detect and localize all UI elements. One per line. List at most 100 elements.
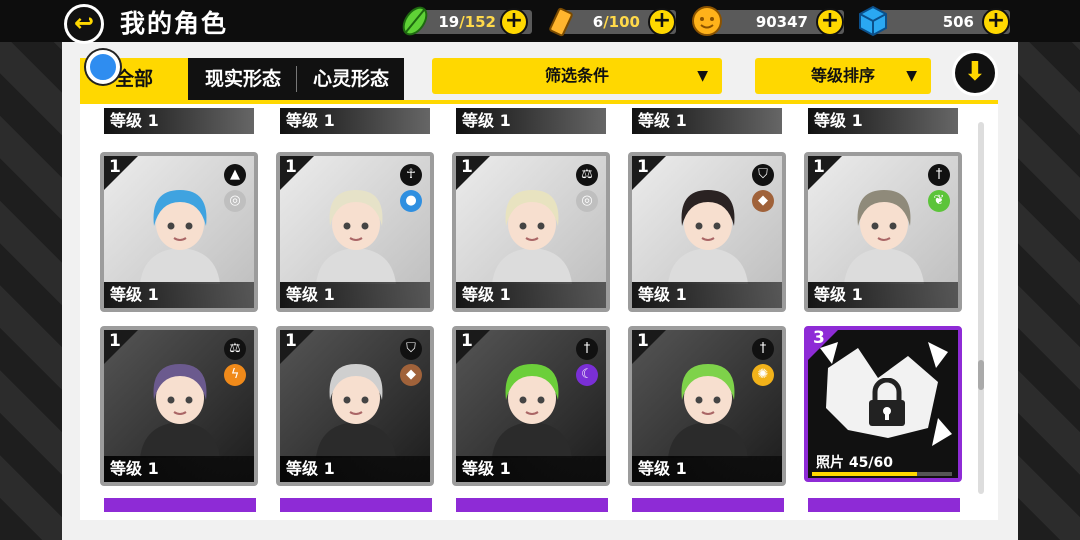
photo-progress-text: 照片 45/60 xyxy=(816,452,893,472)
add-gems-button[interactable]: + xyxy=(982,8,1010,36)
character-portrait xyxy=(492,190,572,284)
shield-icon: ⛉ xyxy=(752,164,774,186)
add-coins-button[interactable]: + xyxy=(816,8,844,36)
card-level: 等级 1 xyxy=(104,456,254,482)
card-rank: 1 xyxy=(461,157,473,177)
card-artwork: 1 † ✺ 等级 1 xyxy=(632,330,782,482)
photo-count: 45 xyxy=(848,455,869,471)
character-portrait xyxy=(140,190,220,284)
card-level: 等级 1 xyxy=(104,282,254,308)
notification-dot-icon xyxy=(86,50,120,84)
partial-card-bottom xyxy=(808,498,960,512)
character-portrait xyxy=(140,364,220,458)
card-level: 等级 1 xyxy=(456,456,606,482)
battery-current: 6 xyxy=(592,13,604,31)
card-level: 等级 1 xyxy=(456,282,606,308)
character-portrait xyxy=(492,364,572,458)
card-level: 等级 1 xyxy=(280,456,430,482)
character-portrait xyxy=(844,190,924,284)
tab-divider xyxy=(296,66,297,92)
card-rank: 1 xyxy=(285,157,297,177)
character-card[interactable]: 1 † ☾ 等级 1 xyxy=(452,326,610,486)
filter-dropdown[interactable]: 筛选条件 ▼ xyxy=(432,58,722,94)
tab-real-form[interactable]: 现实形态 xyxy=(190,58,296,100)
sun-icon: ✺ xyxy=(752,364,774,386)
card-level: 等级 1 xyxy=(632,282,782,308)
scales-icon: ⚖ xyxy=(576,164,598,186)
shield-icon: ⛉ xyxy=(400,338,422,360)
character-card[interactable]: 1 ☥ ● 等级 1 xyxy=(276,152,434,312)
card-artwork: 1 ⚖ ϟ 等级 1 xyxy=(104,330,254,482)
coin-amount: 90347 xyxy=(755,13,808,31)
scales-icon: ⚖ xyxy=(224,338,246,360)
back-arrow-icon: ↩ xyxy=(73,9,95,37)
card-rank: 1 xyxy=(813,157,825,177)
character-portrait xyxy=(668,190,748,284)
moon-icon: ☾ xyxy=(576,364,598,386)
lock-icon xyxy=(869,378,905,426)
character-portrait xyxy=(668,364,748,458)
card-rank: 1 xyxy=(461,331,473,351)
card-artwork: 1 ☥ ● 等级 1 xyxy=(280,156,430,308)
chevron-down-icon: ▼ xyxy=(697,68,708,84)
character-card[interactable]: 1 † ❦ 等级 1 xyxy=(804,152,962,312)
wind-icon: ◎ xyxy=(224,190,246,212)
partial-card-level[interactable]: 等级 1 xyxy=(104,108,254,134)
sort-dropdown[interactable]: 等级排序 ▼ xyxy=(755,58,931,94)
stamina-max: /152 xyxy=(459,13,496,31)
card-rank: 1 xyxy=(109,157,121,177)
right-border-pattern xyxy=(1018,0,1080,540)
scrollbar-thumb[interactable] xyxy=(978,360,984,390)
stamina-leaf-icon xyxy=(402,6,428,36)
sort-label: 等级排序 xyxy=(810,66,875,85)
scrollbar-track[interactable] xyxy=(978,122,984,494)
battery-icon xyxy=(549,7,573,37)
character-card[interactable]: 1 † ✺ 等级 1 xyxy=(628,326,786,486)
tab-mind-form[interactable]: 心灵形态 xyxy=(298,58,404,100)
card-rank: 1 xyxy=(285,331,297,351)
card-artwork: 1 ⛉ ◆ 等级 1 xyxy=(280,330,430,482)
down-arrow-icon: ⬇ xyxy=(964,57,986,87)
partial-card-bottom xyxy=(280,498,432,512)
partial-card-bottom xyxy=(456,498,608,512)
coin-icon xyxy=(692,6,722,36)
card-rank: 1 xyxy=(637,157,649,177)
back-button[interactable]: ↩ xyxy=(64,4,104,44)
card-artwork: 1 † ❦ 等级 1 xyxy=(808,156,958,308)
partial-card-bottom xyxy=(104,498,256,512)
earth-icon: ◆ xyxy=(752,190,774,212)
card-artwork: 1 ⚖ ◎ 等级 1 xyxy=(456,156,606,308)
page-title: 我的角色 xyxy=(120,9,229,38)
triforce-icon: ▲ xyxy=(224,164,246,186)
card-rank: 1 xyxy=(109,331,121,351)
ankh-icon: ☥ xyxy=(400,164,422,186)
character-card[interactable]: 1 ⛉ ◆ 等级 1 xyxy=(276,326,434,486)
form-tabs: 全部 现实形态 心灵形态 xyxy=(80,58,404,100)
partial-card-level[interactable]: 等级 1 xyxy=(632,108,782,134)
character-portrait xyxy=(316,364,396,458)
sword-icon: † xyxy=(576,338,598,360)
add-battery-button[interactable]: + xyxy=(648,8,676,36)
wind-icon: ◎ xyxy=(576,190,598,212)
add-stamina-button[interactable]: + xyxy=(500,8,528,36)
left-border-pattern xyxy=(0,0,62,540)
character-card[interactable]: 1 ▲ ◎ 等级 1 xyxy=(100,152,258,312)
chevron-down-icon: ▼ xyxy=(906,68,917,84)
earth-icon: ◆ xyxy=(400,364,422,386)
locked-character-card[interactable]: 3 照片 45/60 xyxy=(804,326,962,482)
stamina-current: 19 xyxy=(438,13,460,31)
card-rank: 1 xyxy=(637,331,649,351)
photo-label: 照片 xyxy=(816,455,844,471)
photo-max: /60 xyxy=(868,455,893,471)
partial-card-level[interactable]: 等级 1 xyxy=(808,108,958,134)
card-artwork: 1 ⛉ ◆ 等级 1 xyxy=(632,156,782,308)
partial-card-level[interactable]: 等级 1 xyxy=(280,108,430,134)
character-card[interactable]: 1 ⛉ ◆ 等级 1 xyxy=(628,152,786,312)
card-artwork: 1 ▲ ◎ 等级 1 xyxy=(104,156,254,308)
card-artwork: 1 † ☾ 等级 1 xyxy=(456,330,606,482)
character-card[interactable]: 1 ⚖ ◎ 等级 1 xyxy=(452,152,610,312)
sword-icon: † xyxy=(752,338,774,360)
sort-direction-button[interactable]: ⬇ xyxy=(952,50,998,96)
partial-card-level[interactable]: 等级 1 xyxy=(456,108,606,134)
character-card[interactable]: 1 ⚖ ϟ 等级 1 xyxy=(100,326,258,486)
